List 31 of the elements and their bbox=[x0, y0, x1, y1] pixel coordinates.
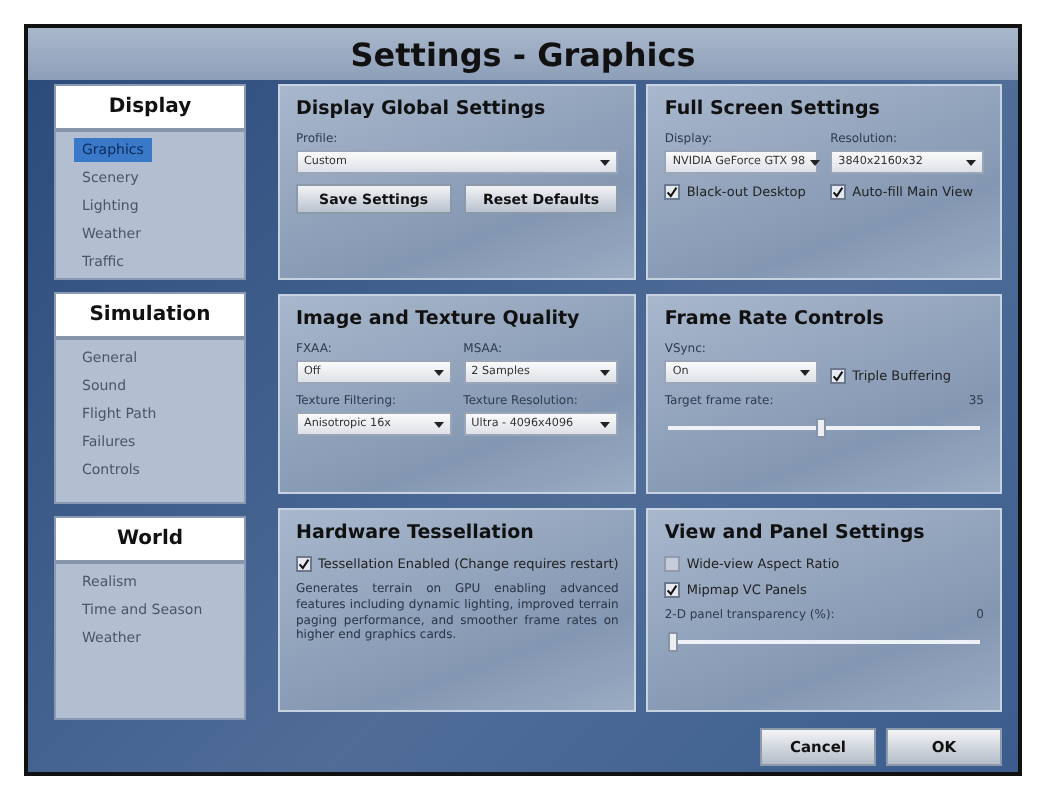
slider-thumb[interactable] bbox=[668, 632, 679, 652]
panel-title: Display Global Settings bbox=[296, 98, 548, 120]
check-icon bbox=[832, 370, 845, 382]
checkbox[interactable] bbox=[830, 368, 847, 384]
panel-title: View and Panel Settings bbox=[664, 522, 927, 544]
panel-title: Full Screen Settings bbox=[664, 98, 882, 120]
caret-icon bbox=[809, 159, 820, 165]
check-icon bbox=[832, 186, 845, 198]
caret-icon bbox=[600, 369, 611, 375]
checkbox[interactable] bbox=[830, 184, 847, 200]
section-header: World bbox=[56, 518, 244, 564]
caret-icon bbox=[966, 159, 976, 165]
check-icon bbox=[298, 558, 310, 570]
caret-icon bbox=[600, 421, 611, 427]
caret-icon bbox=[600, 159, 611, 165]
caret-icon bbox=[433, 369, 444, 375]
section-header: Simulation bbox=[56, 294, 244, 340]
panel-title: Frame Rate Controls bbox=[664, 308, 886, 330]
panel-title: Hardware Tessellation bbox=[296, 522, 536, 544]
window-title: Settings - Graphics bbox=[350, 35, 696, 73]
check-icon bbox=[666, 186, 679, 198]
slider-thumb[interactable] bbox=[816, 418, 827, 438]
caret-icon bbox=[800, 369, 811, 375]
check-icon bbox=[666, 584, 679, 596]
panel-title: Image and Texture Quality bbox=[296, 308, 582, 330]
checkbox[interactable] bbox=[664, 582, 681, 598]
section-header: Display bbox=[56, 86, 244, 132]
checkbox[interactable] bbox=[664, 184, 681, 200]
checkbox[interactable] bbox=[664, 556, 681, 572]
caret-icon bbox=[433, 421, 444, 427]
checkbox[interactable] bbox=[296, 556, 312, 572]
